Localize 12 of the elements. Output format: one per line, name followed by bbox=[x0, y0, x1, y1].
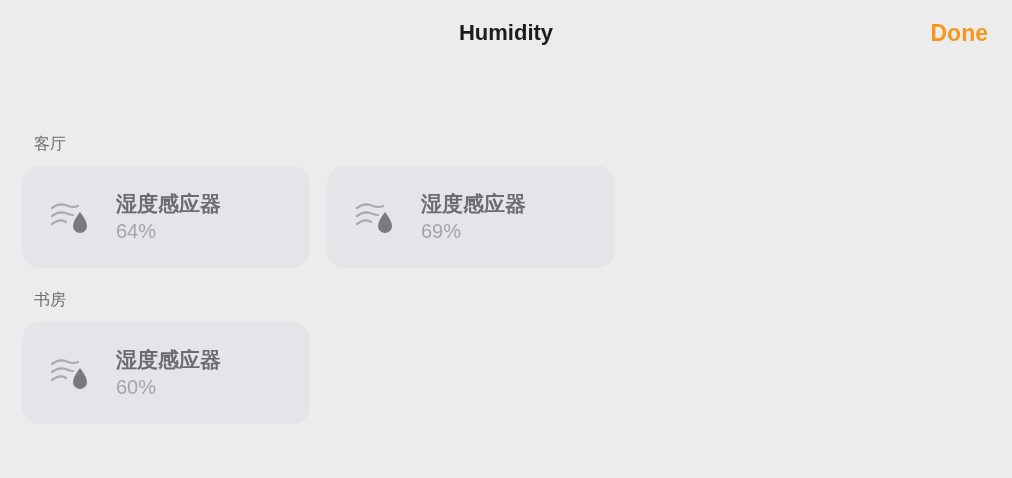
sensor-tile[interactable]: 湿度感应器 64% bbox=[22, 166, 310, 268]
humidity-reading: 69% bbox=[421, 219, 463, 244]
humidity-reading: 60% bbox=[116, 375, 158, 400]
section-label: 客厅 bbox=[33, 134, 67, 154]
sensor-name: 湿度感应器 bbox=[421, 191, 526, 217]
section-label: 书房 bbox=[33, 290, 67, 310]
sensor-name: 湿度感应器 bbox=[116, 347, 221, 373]
screen-title: Humidity bbox=[458, 19, 554, 47]
sensor-tile[interactable]: 湿度感应器 69% bbox=[327, 166, 615, 268]
sensor-name: 湿度感应器 bbox=[116, 191, 221, 217]
sensor-tile[interactable]: 湿度感应器 60% bbox=[22, 322, 310, 424]
humidity-reading: 64% bbox=[116, 219, 158, 244]
